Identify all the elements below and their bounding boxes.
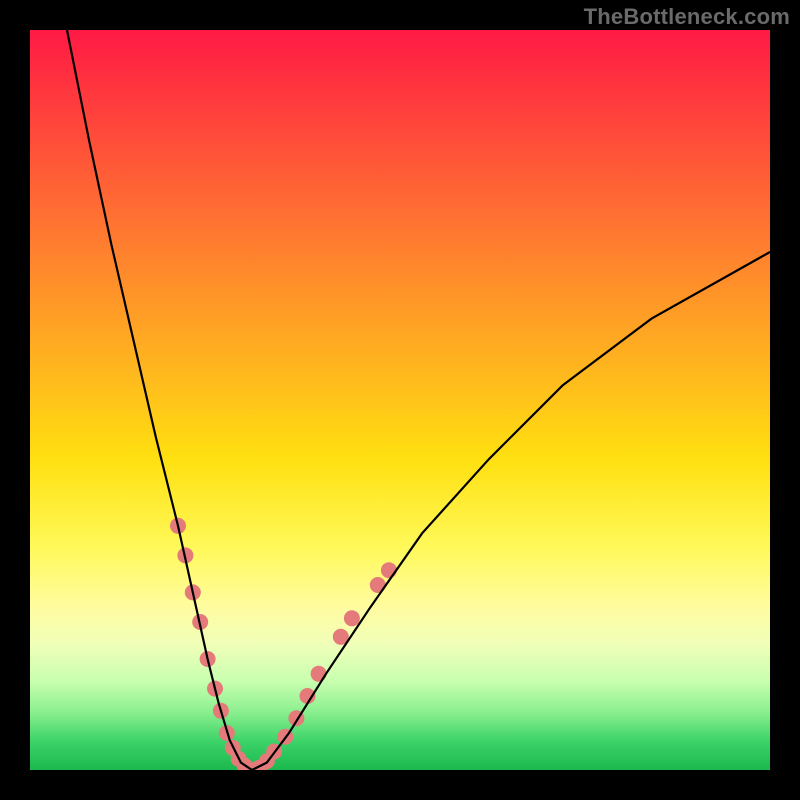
watermark-text: TheBottleneck.com — [584, 4, 790, 30]
highlight-dot — [370, 577, 386, 593]
highlight-dot — [381, 562, 397, 578]
plot-area — [30, 30, 770, 770]
curve-layer — [30, 30, 770, 770]
chart-frame: TheBottleneck.com — [0, 0, 800, 800]
bottleneck-curve — [67, 30, 770, 770]
highlight-dot — [311, 666, 327, 682]
highlight-dot — [344, 610, 360, 626]
